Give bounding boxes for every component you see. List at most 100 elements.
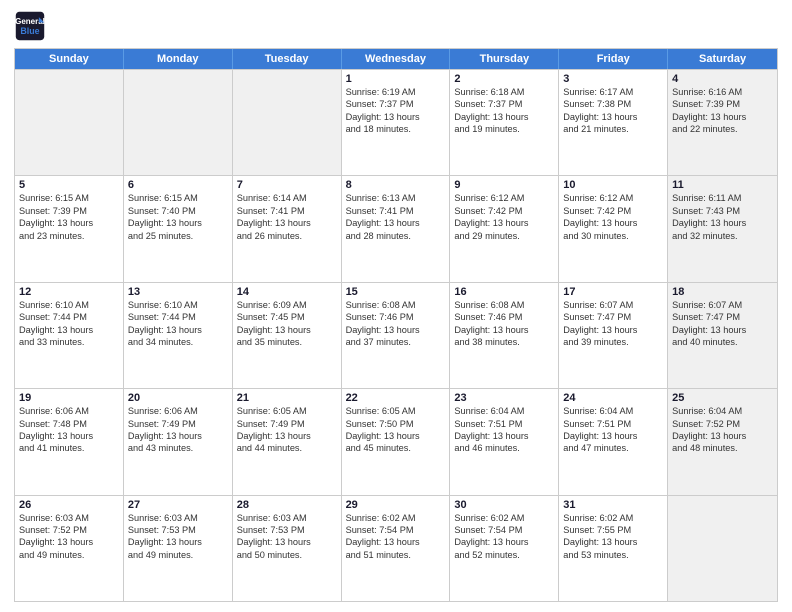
day-number: 5	[19, 179, 119, 191]
day-number: 3	[563, 73, 663, 85]
calendar-row: 5Sunrise: 6:15 AM Sunset: 7:39 PM Daylig…	[15, 175, 777, 281]
day-info: Sunrise: 6:03 AM Sunset: 7:52 PM Dayligh…	[19, 512, 119, 562]
day-number: 24	[563, 392, 663, 404]
calendar-cell: 21Sunrise: 6:05 AM Sunset: 7:49 PM Dayli…	[233, 389, 342, 494]
weekday-header: Sunday	[15, 49, 124, 69]
day-info: Sunrise: 6:04 AM Sunset: 7:51 PM Dayligh…	[454, 405, 554, 455]
day-info: Sunrise: 6:07 AM Sunset: 7:47 PM Dayligh…	[672, 299, 773, 349]
calendar: SundayMondayTuesdayWednesdayThursdayFrid…	[14, 48, 778, 602]
weekday-header: Thursday	[450, 49, 559, 69]
calendar-row: 1Sunrise: 6:19 AM Sunset: 7:37 PM Daylig…	[15, 69, 777, 175]
calendar-cell: 17Sunrise: 6:07 AM Sunset: 7:47 PM Dayli…	[559, 283, 668, 388]
day-info: Sunrise: 6:11 AM Sunset: 7:43 PM Dayligh…	[672, 192, 773, 242]
calendar-cell: 4Sunrise: 6:16 AM Sunset: 7:39 PM Daylig…	[668, 70, 777, 175]
day-number: 1	[346, 73, 446, 85]
weekday-header: Tuesday	[233, 49, 342, 69]
day-number: 8	[346, 179, 446, 191]
day-info: Sunrise: 6:05 AM Sunset: 7:50 PM Dayligh…	[346, 405, 446, 455]
calendar-row: 19Sunrise: 6:06 AM Sunset: 7:48 PM Dayli…	[15, 388, 777, 494]
day-info: Sunrise: 6:02 AM Sunset: 7:54 PM Dayligh…	[454, 512, 554, 562]
day-number: 20	[128, 392, 228, 404]
calendar-cell: 16Sunrise: 6:08 AM Sunset: 7:46 PM Dayli…	[450, 283, 559, 388]
day-info: Sunrise: 6:06 AM Sunset: 7:49 PM Dayligh…	[128, 405, 228, 455]
day-info: Sunrise: 6:03 AM Sunset: 7:53 PM Dayligh…	[237, 512, 337, 562]
day-info: Sunrise: 6:12 AM Sunset: 7:42 PM Dayligh…	[563, 192, 663, 242]
calendar-cell: 6Sunrise: 6:15 AM Sunset: 7:40 PM Daylig…	[124, 176, 233, 281]
day-info: Sunrise: 6:09 AM Sunset: 7:45 PM Dayligh…	[237, 299, 337, 349]
calendar-cell: 31Sunrise: 6:02 AM Sunset: 7:55 PM Dayli…	[559, 496, 668, 601]
calendar-row: 12Sunrise: 6:10 AM Sunset: 7:44 PM Dayli…	[15, 282, 777, 388]
day-info: Sunrise: 6:15 AM Sunset: 7:40 PM Dayligh…	[128, 192, 228, 242]
day-info: Sunrise: 6:08 AM Sunset: 7:46 PM Dayligh…	[454, 299, 554, 349]
day-number: 19	[19, 392, 119, 404]
day-info: Sunrise: 6:13 AM Sunset: 7:41 PM Dayligh…	[346, 192, 446, 242]
calendar-header: SundayMondayTuesdayWednesdayThursdayFrid…	[15, 49, 777, 69]
day-info: Sunrise: 6:02 AM Sunset: 7:55 PM Dayligh…	[563, 512, 663, 562]
day-number: 6	[128, 179, 228, 191]
weekday-header: Saturday	[668, 49, 777, 69]
day-number: 23	[454, 392, 554, 404]
day-number: 12	[19, 286, 119, 298]
calendar-cell: 19Sunrise: 6:06 AM Sunset: 7:48 PM Dayli…	[15, 389, 124, 494]
calendar-cell: 15Sunrise: 6:08 AM Sunset: 7:46 PM Dayli…	[342, 283, 451, 388]
day-number: 18	[672, 286, 773, 298]
calendar-cell: 12Sunrise: 6:10 AM Sunset: 7:44 PM Dayli…	[15, 283, 124, 388]
calendar-cell	[233, 70, 342, 175]
calendar-cell	[124, 70, 233, 175]
calendar-cell: 28Sunrise: 6:03 AM Sunset: 7:53 PM Dayli…	[233, 496, 342, 601]
day-number: 17	[563, 286, 663, 298]
svg-text:Blue: Blue	[20, 26, 39, 36]
weekday-header: Monday	[124, 49, 233, 69]
day-info: Sunrise: 6:08 AM Sunset: 7:46 PM Dayligh…	[346, 299, 446, 349]
calendar-cell: 5Sunrise: 6:15 AM Sunset: 7:39 PM Daylig…	[15, 176, 124, 281]
calendar-cell: 26Sunrise: 6:03 AM Sunset: 7:52 PM Dayli…	[15, 496, 124, 601]
day-info: Sunrise: 6:05 AM Sunset: 7:49 PM Dayligh…	[237, 405, 337, 455]
calendar-cell	[15, 70, 124, 175]
day-number: 15	[346, 286, 446, 298]
calendar-cell: 23Sunrise: 6:04 AM Sunset: 7:51 PM Dayli…	[450, 389, 559, 494]
day-info: Sunrise: 6:10 AM Sunset: 7:44 PM Dayligh…	[19, 299, 119, 349]
calendar-cell	[668, 496, 777, 601]
page: General Blue SundayMondayTuesdayWednesda…	[0, 0, 792, 612]
day-info: Sunrise: 6:15 AM Sunset: 7:39 PM Dayligh…	[19, 192, 119, 242]
day-number: 11	[672, 179, 773, 191]
calendar-cell: 7Sunrise: 6:14 AM Sunset: 7:41 PM Daylig…	[233, 176, 342, 281]
calendar-cell: 10Sunrise: 6:12 AM Sunset: 7:42 PM Dayli…	[559, 176, 668, 281]
day-info: Sunrise: 6:16 AM Sunset: 7:39 PM Dayligh…	[672, 86, 773, 136]
day-info: Sunrise: 6:06 AM Sunset: 7:48 PM Dayligh…	[19, 405, 119, 455]
day-info: Sunrise: 6:02 AM Sunset: 7:54 PM Dayligh…	[346, 512, 446, 562]
day-number: 25	[672, 392, 773, 404]
weekday-header: Wednesday	[342, 49, 451, 69]
day-info: Sunrise: 6:19 AM Sunset: 7:37 PM Dayligh…	[346, 86, 446, 136]
day-info: Sunrise: 6:12 AM Sunset: 7:42 PM Dayligh…	[454, 192, 554, 242]
calendar-row: 26Sunrise: 6:03 AM Sunset: 7:52 PM Dayli…	[15, 495, 777, 601]
day-number: 31	[563, 499, 663, 511]
calendar-cell: 30Sunrise: 6:02 AM Sunset: 7:54 PM Dayli…	[450, 496, 559, 601]
day-info: Sunrise: 6:07 AM Sunset: 7:47 PM Dayligh…	[563, 299, 663, 349]
logo-icon: General Blue	[14, 10, 46, 42]
day-info: Sunrise: 6:14 AM Sunset: 7:41 PM Dayligh…	[237, 192, 337, 242]
weekday-header: Friday	[559, 49, 668, 69]
calendar-cell: 8Sunrise: 6:13 AM Sunset: 7:41 PM Daylig…	[342, 176, 451, 281]
calendar-cell: 24Sunrise: 6:04 AM Sunset: 7:51 PM Dayli…	[559, 389, 668, 494]
day-number: 16	[454, 286, 554, 298]
day-info: Sunrise: 6:17 AM Sunset: 7:38 PM Dayligh…	[563, 86, 663, 136]
calendar-cell: 27Sunrise: 6:03 AM Sunset: 7:53 PM Dayli…	[124, 496, 233, 601]
day-info: Sunrise: 6:03 AM Sunset: 7:53 PM Dayligh…	[128, 512, 228, 562]
day-number: 4	[672, 73, 773, 85]
calendar-cell: 3Sunrise: 6:17 AM Sunset: 7:38 PM Daylig…	[559, 70, 668, 175]
day-number: 7	[237, 179, 337, 191]
logo: General Blue	[14, 10, 46, 42]
day-number: 26	[19, 499, 119, 511]
day-info: Sunrise: 6:04 AM Sunset: 7:52 PM Dayligh…	[672, 405, 773, 455]
calendar-cell: 14Sunrise: 6:09 AM Sunset: 7:45 PM Dayli…	[233, 283, 342, 388]
header: General Blue	[14, 10, 778, 42]
calendar-cell: 2Sunrise: 6:18 AM Sunset: 7:37 PM Daylig…	[450, 70, 559, 175]
day-number: 14	[237, 286, 337, 298]
day-number: 21	[237, 392, 337, 404]
calendar-cell: 29Sunrise: 6:02 AM Sunset: 7:54 PM Dayli…	[342, 496, 451, 601]
day-number: 9	[454, 179, 554, 191]
calendar-cell: 25Sunrise: 6:04 AM Sunset: 7:52 PM Dayli…	[668, 389, 777, 494]
day-number: 2	[454, 73, 554, 85]
day-info: Sunrise: 6:04 AM Sunset: 7:51 PM Dayligh…	[563, 405, 663, 455]
